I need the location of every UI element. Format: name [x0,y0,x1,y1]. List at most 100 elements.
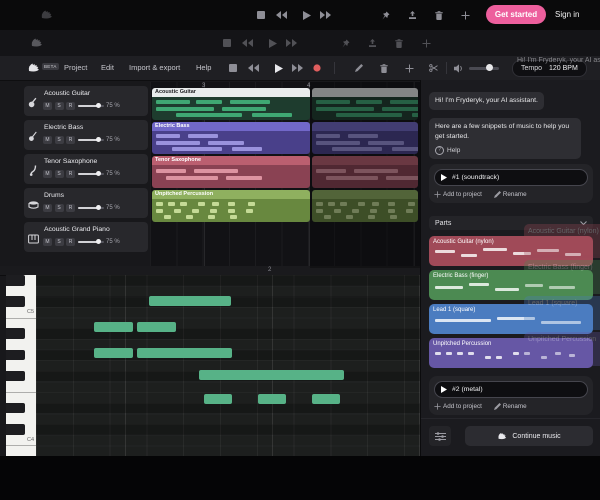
midi-note[interactable] [94,322,133,332]
get-started-button[interactable]: Get started [486,5,546,24]
midi-note[interactable] [312,394,340,404]
black-key[interactable] [6,296,25,307]
record-button[interactable] [310,61,324,75]
midi-note[interactable] [199,370,344,380]
arrangement-grid[interactable]: 3 4 Acoustic Guitar Electric Bass [150,82,420,268]
trash-button[interactable] [392,36,406,50]
black-key[interactable] [6,403,25,414]
pin-button[interactable] [338,36,352,50]
master-volume-knob[interactable] [486,64,493,71]
midi-note[interactable] [204,394,232,404]
part-card-lead-1-square[interactable]: Lead 1 (square) [429,304,593,334]
stop-button[interactable] [220,36,234,50]
rename-button[interactable]: Rename [494,191,527,198]
add-tool-button[interactable] [402,61,416,75]
track-drums[interactable]: Drums M S R 75 % [24,188,148,218]
rewind-button[interactable] [240,36,254,50]
trash-tool-button[interactable] [377,61,391,75]
share-button[interactable] [405,8,419,22]
play-button[interactable] [272,61,286,75]
forward-button[interactable] [284,36,298,50]
part-card-electric-bass-finger[interactable]: Electric Bass (finger) [429,270,593,300]
pencil-tool-button[interactable] [352,61,366,75]
part-card-acoustic-guitar-nylon[interactable]: Acoustic Guitar (nylon) [429,236,593,266]
black-key[interactable] [6,275,25,286]
snippet-play-pill[interactable]: #2 (metal) [434,381,588,398]
black-key[interactable] [6,350,25,361]
clip-electric-bass[interactable]: Electric Bass [152,122,310,154]
rewind-button[interactable] [274,8,288,22]
midi-note[interactable] [149,296,231,306]
solo-button[interactable]: S [55,204,64,212]
forward-button[interactable] [290,61,304,75]
add-to-project-button[interactable]: Add to project [434,191,482,198]
rewind-button[interactable] [246,61,260,75]
black-key[interactable] [6,371,25,382]
add-button[interactable] [458,8,472,22]
scissors-tool-button[interactable] [426,61,440,75]
clip-acoustic-guitar[interactable]: Acoustic Guitar [152,88,310,120]
snippet-play-pill[interactable]: #1 (soundtrack) [434,169,588,186]
track-acoustic-grand-piano[interactable]: Acoustic Grand Piano M S R 75 % [24,222,148,252]
parts-collapsible-header[interactable]: Parts [429,216,593,230]
menu-edit[interactable]: Edit [101,63,114,72]
mute-button[interactable]: M [43,238,52,246]
midi-note[interactable] [94,348,133,358]
piano-keys[interactable]: C5C4 [6,275,36,456]
solo-button[interactable]: S [55,238,64,246]
rename-button[interactable]: Rename [494,403,527,410]
menu-help[interactable]: Help [196,63,211,72]
tempo-control[interactable]: Tempo 120 BPM [512,60,587,77]
mute-button[interactable]: M [43,102,52,110]
share-button[interactable] [365,36,379,50]
stop-button[interactable] [226,61,240,75]
record-arm-button[interactable]: R [66,170,75,178]
record-arm-button[interactable]: R [66,204,75,212]
track-volume-slider[interactable] [78,207,104,210]
record-arm-button[interactable]: R [66,136,75,144]
record-arm-button[interactable]: R [66,238,75,246]
settings-sliders-button[interactable] [429,426,451,446]
mute-button[interactable]: M [43,170,52,178]
clip-note [176,113,242,117]
pin-button[interactable] [378,8,392,22]
mute-button[interactable]: M [43,136,52,144]
add-to-project-button[interactable]: Add to project [434,403,482,410]
clip-tenor-saxophone[interactable]: Tenor Saxophone [152,156,310,188]
sliders-icon [435,432,446,441]
continue-music-button[interactable]: Continue music [465,426,593,446]
menu-import-export[interactable]: Import & export [129,63,180,72]
track-acoustic-guitar[interactable]: Acoustic Guitar M S R 75 % [24,86,148,116]
track-volume-slider[interactable] [78,173,104,176]
sign-in-button[interactable]: Sign in [549,5,585,24]
midi-note[interactable] [137,348,232,358]
solo-button[interactable]: S [55,102,64,110]
trash-button[interactable] [432,8,446,22]
play-button[interactable] [300,8,314,22]
clip-note [156,202,163,206]
black-key[interactable] [6,328,25,339]
track-volume-slider[interactable] [78,139,104,142]
play-button[interactable] [266,36,280,50]
track-electric-bass[interactable]: Electric Bass M S R 75 % [24,120,148,150]
menu-project[interactable]: Project [64,63,87,72]
clip-unpitched-percussion[interactable]: Unpitched Percussion [152,190,310,222]
record-arm-button[interactable]: R [66,102,75,110]
track-volume-slider[interactable] [78,105,104,108]
midi-note[interactable] [137,322,176,332]
track-tenor-saxophone[interactable]: Tenor Saxophone M S R 75 % [24,154,148,184]
midi-note[interactable] [258,394,286,404]
speaker-icon[interactable] [452,61,466,75]
black-key[interactable] [6,424,25,435]
part-card-unpitched-percussion[interactable]: Unpitched Percussion [429,338,593,368]
stop-button[interactable] [254,8,268,22]
solo-button[interactable]: S [55,170,64,178]
master-volume-slider[interactable] [469,67,499,70]
track-volume-slider[interactable] [78,241,104,244]
mute-button[interactable]: M [43,204,52,212]
forward-button[interactable] [318,8,332,22]
piano-roll-grid[interactable] [36,275,420,456]
solo-button[interactable]: S [55,136,64,144]
add-button[interactable] [419,36,433,50]
help-link[interactable]: ? Help [435,146,575,155]
